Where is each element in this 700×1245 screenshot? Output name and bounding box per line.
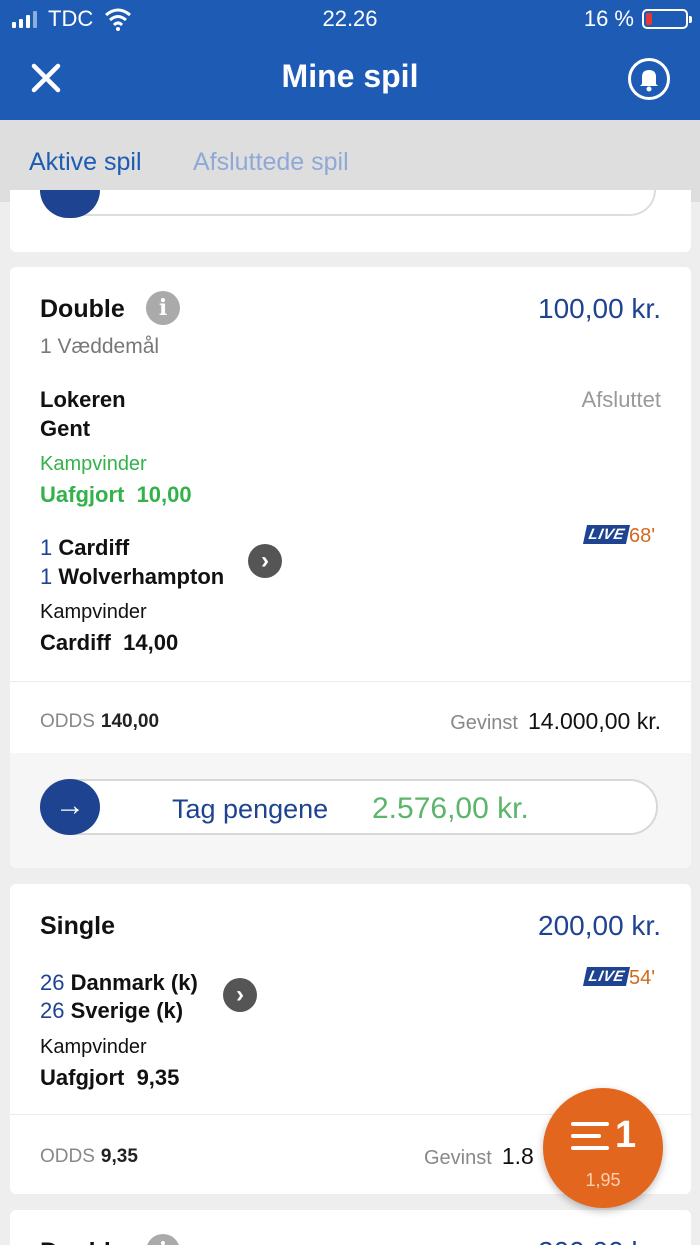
match-minute: 54' bbox=[629, 967, 656, 989]
total-odds: ODDS 9,35 bbox=[40, 1146, 138, 1168]
away-name: Sverige (k) bbox=[70, 998, 184, 1023]
bet-card-previous bbox=[10, 190, 691, 252]
potential-win: Gevinst 1.8 bbox=[424, 1143, 534, 1170]
team-home: 26 Danmark (k) bbox=[40, 970, 198, 996]
bet-type: Double bbox=[40, 295, 125, 323]
match-status: Afsluttet bbox=[581, 387, 661, 412]
away-name: Wolverhampton bbox=[58, 564, 225, 589]
pick-name: Uafgjort bbox=[40, 1065, 125, 1090]
battery-percent: 16 % bbox=[583, 6, 634, 31]
home-score: 26 bbox=[40, 970, 65, 995]
chevron-right-icon[interactable]: › bbox=[223, 978, 257, 1012]
bet-type: Double bbox=[40, 1238, 125, 1245]
bet-stake: 200,00 kr. bbox=[538, 1236, 661, 1245]
pick-odds: 10,00 bbox=[136, 482, 192, 507]
info-icon[interactable]: i bbox=[146, 1234, 180, 1245]
total-odds: ODDS 140,00 bbox=[40, 711, 159, 733]
bet-stake: 200,00 kr. bbox=[538, 910, 661, 941]
tab-settled-bets[interactable]: Afsluttede spil bbox=[193, 148, 349, 177]
selection-pick: Uafgjort 9,35 bbox=[40, 1065, 179, 1091]
team-away: 26 Sverige (k) bbox=[40, 998, 183, 1024]
divider bbox=[10, 681, 691, 682]
status-bar: TDC 22.26 16 % bbox=[0, 0, 700, 40]
win-value: 14.000,00 kr. bbox=[528, 708, 661, 734]
betslip-count: 1 bbox=[615, 1114, 637, 1156]
win-label: Gevinst bbox=[424, 1147, 492, 1169]
win-label: Gevinst bbox=[450, 712, 518, 734]
away-score: 1 bbox=[40, 564, 53, 589]
pick-odds: 9,35 bbox=[136, 1065, 180, 1090]
list-icon bbox=[571, 1122, 609, 1158]
cashout-button[interactable]: → Tag pengene 2.576,00 kr. bbox=[40, 779, 658, 835]
bet-count: 1 Væddemål bbox=[40, 335, 160, 358]
home-score: 1 bbox=[40, 535, 53, 560]
cashout-amount: 2.576,00 kr. bbox=[372, 792, 529, 825]
battery-icon bbox=[642, 9, 692, 29]
win-value: 1.8 bbox=[501, 1143, 534, 1169]
notification-bell-icon[interactable] bbox=[628, 58, 670, 100]
page-title: Mine spil bbox=[281, 58, 419, 94]
odds-label: ODDS bbox=[40, 711, 95, 732]
live-badge: LIVE bbox=[582, 525, 631, 544]
live-badge: LIVE bbox=[582, 967, 631, 986]
bet-card: Double i 200,00 kr. bbox=[10, 1210, 691, 1245]
tab-active-bets[interactable]: Aktive spil bbox=[29, 148, 142, 177]
team-away: Gent bbox=[40, 416, 91, 441]
pick-name: Uafgjort bbox=[40, 482, 125, 507]
selection-pick: Cardiff 14,00 bbox=[40, 630, 178, 656]
odds-value: 140,00 bbox=[100, 711, 160, 732]
info-icon[interactable]: i bbox=[146, 291, 180, 325]
bet-card: Double i 100,00 kr. 1 Væddemål Lokeren G… bbox=[10, 267, 691, 868]
arrow-right-icon: → bbox=[40, 779, 100, 835]
home-name: Cardiff bbox=[58, 535, 130, 560]
market-name: Kampvinder bbox=[40, 453, 147, 475]
team-home: Lokeren bbox=[40, 387, 126, 412]
bet-stake: 100,00 kr. bbox=[538, 293, 661, 324]
team-home: 1 Cardiff bbox=[40, 535, 129, 561]
market-name: Kampvinder bbox=[40, 1036, 147, 1058]
pick-name: Cardiff bbox=[40, 630, 111, 655]
betslip-odds: 1,95 bbox=[585, 1170, 621, 1190]
header: Mine spil bbox=[0, 40, 700, 120]
potential-win: Gevinst 14.000,00 kr. bbox=[450, 708, 661, 735]
away-score: 26 bbox=[40, 998, 65, 1023]
cashout-area: → Tag pengene 2.576,00 kr. bbox=[10, 753, 691, 868]
pick-odds: 14,00 bbox=[123, 630, 179, 655]
team-away: 1 Wolverhampton bbox=[40, 564, 224, 590]
match-minute: 68' bbox=[629, 525, 656, 547]
home-name: Danmark (k) bbox=[70, 970, 198, 995]
chevron-right-icon[interactable]: › bbox=[248, 544, 282, 578]
cashout-label: Tag pengene bbox=[172, 794, 329, 824]
betslip-button[interactable]: 1 1,95 bbox=[543, 1088, 663, 1208]
cashout-button-partial[interactable] bbox=[40, 190, 656, 216]
odds-value: 9,35 bbox=[100, 1146, 138, 1167]
selection-pick: Uafgjort 10,00 bbox=[40, 482, 192, 508]
odds-label: ODDS bbox=[40, 1146, 95, 1167]
market-name: Kampvinder bbox=[40, 601, 147, 623]
bet-type: Single bbox=[40, 912, 116, 940]
